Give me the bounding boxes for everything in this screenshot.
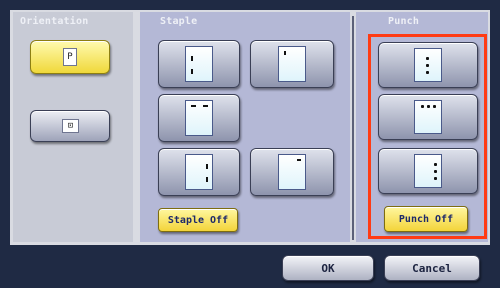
landscape-document-icon: ⊡ <box>62 119 79 133</box>
staple-right-corner-icon <box>278 154 306 190</box>
staple-title: Staple <box>160 16 198 27</box>
portrait-glyph: P <box>67 52 73 62</box>
staple-top-two-icon <box>185 100 213 136</box>
staple-top-two-button[interactable] <box>158 94 240 142</box>
punch-title: Punch <box>388 16 420 27</box>
finishing-settings-screen: Orientation P ⊡ Staple Staple Off Punch … <box>0 0 500 288</box>
staple-off-button[interactable]: Staple Off <box>158 208 238 232</box>
section-divider <box>352 16 354 240</box>
landscape-orientation-button[interactable]: ⊡ <box>30 110 110 142</box>
orientation-title: Orientation <box>20 16 89 27</box>
staple-right-two-button[interactable] <box>158 148 240 196</box>
portrait-orientation-button[interactable]: P <box>30 40 110 74</box>
portrait-document-icon: P <box>63 48 77 66</box>
staple-top-corner-icon <box>278 46 306 82</box>
landscape-glyph: ⊡ <box>67 121 74 131</box>
staple-left-two-button[interactable] <box>158 40 240 88</box>
staple-right-two-icon <box>185 154 213 190</box>
staple-right-corner-button[interactable] <box>250 148 334 196</box>
staple-left-two-icon <box>185 46 213 82</box>
cancel-button[interactable]: Cancel <box>384 255 480 281</box>
ok-button[interactable]: OK <box>282 255 374 281</box>
staple-top-corner-button[interactable] <box>250 40 334 88</box>
punch-highlight-frame <box>368 34 487 239</box>
